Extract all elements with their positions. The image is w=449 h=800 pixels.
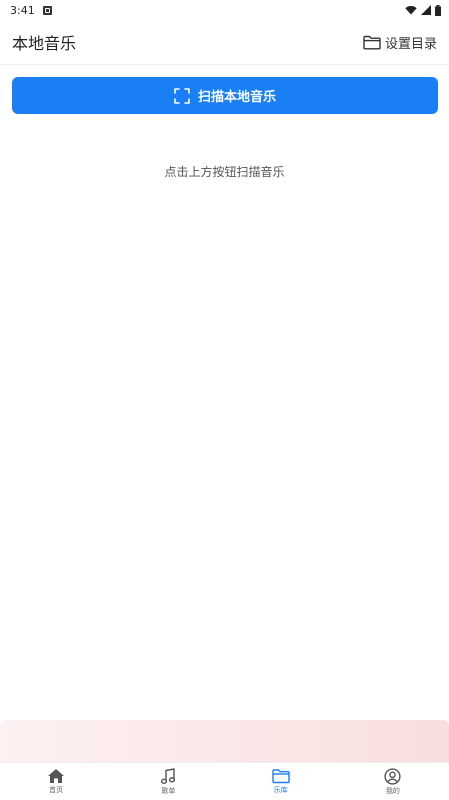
page-title: 本地音乐 — [12, 34, 77, 53]
mini-player-bar[interactable] — [0, 720, 449, 762]
nav-item-library[interactable]: 乐库 — [225, 763, 337, 800]
battery-icon — [435, 4, 441, 16]
home-icon — [48, 769, 65, 783]
nav-label-playlist: 歌单 — [161, 786, 176, 795]
wifi-icon — [405, 6, 417, 15]
scan-frame-icon — [174, 87, 190, 104]
nav-label-home: 首页 — [49, 786, 64, 794]
set-directory-button[interactable]: 设置目录 — [363, 33, 437, 52]
scan-button-label: 扫描本地音乐 — [197, 90, 276, 105]
set-directory-label: 设置目录 — [384, 36, 437, 52]
nav-item-profile[interactable]: 我的 — [337, 763, 449, 800]
nav-item-playlist[interactable]: 歌单 — [112, 763, 224, 800]
cellular-signal-icon — [421, 5, 431, 15]
scan-local-music-button[interactable]: 扫描本地音乐 — [12, 77, 438, 114]
nav-item-home[interactable]: 首页 — [0, 763, 112, 800]
nav-label-profile: 我的 — [385, 786, 400, 795]
user-icon — [384, 767, 401, 785]
app-header: 本地音乐 设置目录 — [0, 20, 449, 65]
status-left: 3:41 — [10, 4, 52, 17]
music-note-icon — [161, 767, 176, 784]
status-right — [405, 4, 441, 16]
status-bar: 3:41 — [0, 0, 449, 20]
status-time: 3:41 — [10, 3, 35, 17]
empty-state-hint: 点击上方按钮扫描音乐 — [164, 165, 285, 179]
app-notification-icon — [42, 5, 52, 15]
bottom-nav: 首页 歌单 乐库 我的 — [0, 762, 449, 800]
folder-icon — [363, 35, 381, 49]
nav-label-library: 乐库 — [273, 786, 288, 794]
folder-icon — [271, 769, 290, 784]
